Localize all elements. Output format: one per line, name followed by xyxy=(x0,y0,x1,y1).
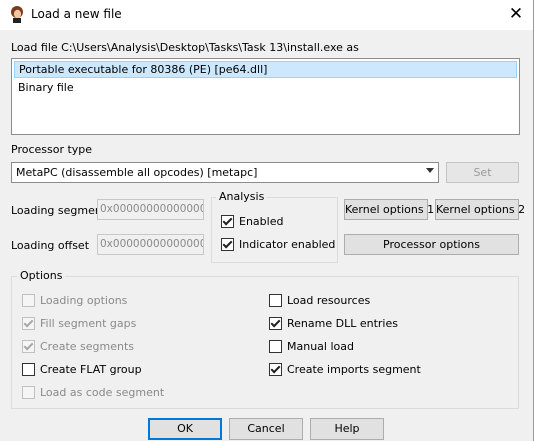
analysis-group-title: Analysis xyxy=(216,190,268,203)
loading-offset-field[interactable]: 0x0000000000000000 xyxy=(97,234,204,255)
close-icon[interactable]: ✕ xyxy=(502,3,530,25)
checkbox-box xyxy=(22,294,35,307)
window-title: Load a new file xyxy=(31,7,122,21)
option-label: Create FLAT group xyxy=(40,363,142,376)
option-checkbox: Create segments xyxy=(22,339,134,354)
checkbox-box xyxy=(22,386,35,399)
checkmark-icon xyxy=(270,363,281,374)
enabled-checkbox[interactable]: Enabled xyxy=(221,214,283,229)
checkmark-icon xyxy=(270,317,281,328)
ida-app-icon xyxy=(11,6,23,23)
ok-button[interactable]: OK xyxy=(148,418,222,440)
kernel-options-2-button[interactable]: Kernel options 2 xyxy=(435,199,525,220)
loading-offset-label: Loading offset xyxy=(11,239,90,252)
checkbox-box xyxy=(221,215,234,228)
analysis-group xyxy=(211,197,338,263)
checkbox-box xyxy=(269,294,282,307)
checkmark-icon xyxy=(222,238,233,249)
option-label: Rename DLL entries xyxy=(287,317,398,330)
option-checkbox[interactable]: Create FLAT group xyxy=(22,362,142,377)
kernel-options-1-button[interactable]: Kernel options 1 xyxy=(344,199,434,220)
option-label: Create imports segment xyxy=(287,363,421,376)
load-file-label: Load file C:\Users\Analysis\Desktop\Task… xyxy=(11,41,359,54)
option-label: Loading options xyxy=(40,294,128,307)
option-label: Fill segment gaps xyxy=(40,317,137,330)
option-label: Load as code segment xyxy=(40,386,165,399)
option-label: Create segments xyxy=(40,340,135,353)
checkbox-box xyxy=(269,340,282,353)
checkbox-box xyxy=(22,317,35,330)
options-group-title: Options xyxy=(17,269,66,282)
set-button[interactable]: Set xyxy=(446,162,519,183)
cancel-button[interactable]: Cancel xyxy=(229,418,303,440)
option-checkbox: Loading options xyxy=(22,293,127,308)
option-checkbox[interactable]: Load resources xyxy=(269,293,370,308)
checkbox-box xyxy=(22,363,35,376)
option-label: Load resources xyxy=(287,294,371,307)
list-item[interactable]: Portable executable for 80386 (PE) [pe64… xyxy=(14,61,517,78)
checkmark-icon xyxy=(23,317,34,328)
processor-options-button[interactable]: Processor options xyxy=(344,234,519,255)
option-checkbox[interactable]: Create imports segment xyxy=(269,362,421,377)
option-checkbox: Fill segment gaps xyxy=(22,316,136,331)
option-checkbox: Load as code segment xyxy=(22,385,164,400)
indicator-enabled-checkbox[interactable]: Indicator enabled xyxy=(221,237,335,252)
processor-type-select[interactable]: MetaPC (disassemble all opcodes) [metapc… xyxy=(11,162,439,183)
loading-segment-field[interactable]: 0x0000000000000000 xyxy=(97,199,204,220)
list-item[interactable]: Binary file xyxy=(14,79,517,96)
enabled-label: Enabled xyxy=(239,215,284,228)
loading-segment-label: Loading segment xyxy=(11,204,107,217)
checkbox-box xyxy=(269,363,282,376)
checkbox-box xyxy=(22,340,35,353)
checkmark-icon xyxy=(23,340,34,351)
title-bar: Load a new file ✕ xyxy=(0,0,533,30)
help-button[interactable]: Help xyxy=(310,418,384,440)
option-checkbox[interactable]: Manual load xyxy=(269,339,354,354)
indicator-enabled-label: Indicator enabled xyxy=(239,238,336,251)
checkbox-box xyxy=(269,317,282,330)
checkbox-box xyxy=(221,238,234,251)
load-file-dialog: Load a new file ✕ Load file C:\Users\Ana… xyxy=(0,0,534,441)
checkmark-icon xyxy=(222,215,233,226)
file-type-list[interactable]: Portable executable for 80386 (PE) [pe64… xyxy=(11,58,520,135)
chevron-down-icon xyxy=(426,168,434,173)
option-checkbox[interactable]: Rename DLL entries xyxy=(269,316,398,331)
processor-type-label: Processor type xyxy=(11,143,93,156)
processor-selected-value: MetaPC (disassemble all opcodes) [metapc… xyxy=(16,166,258,179)
option-label: Manual load xyxy=(287,340,354,353)
